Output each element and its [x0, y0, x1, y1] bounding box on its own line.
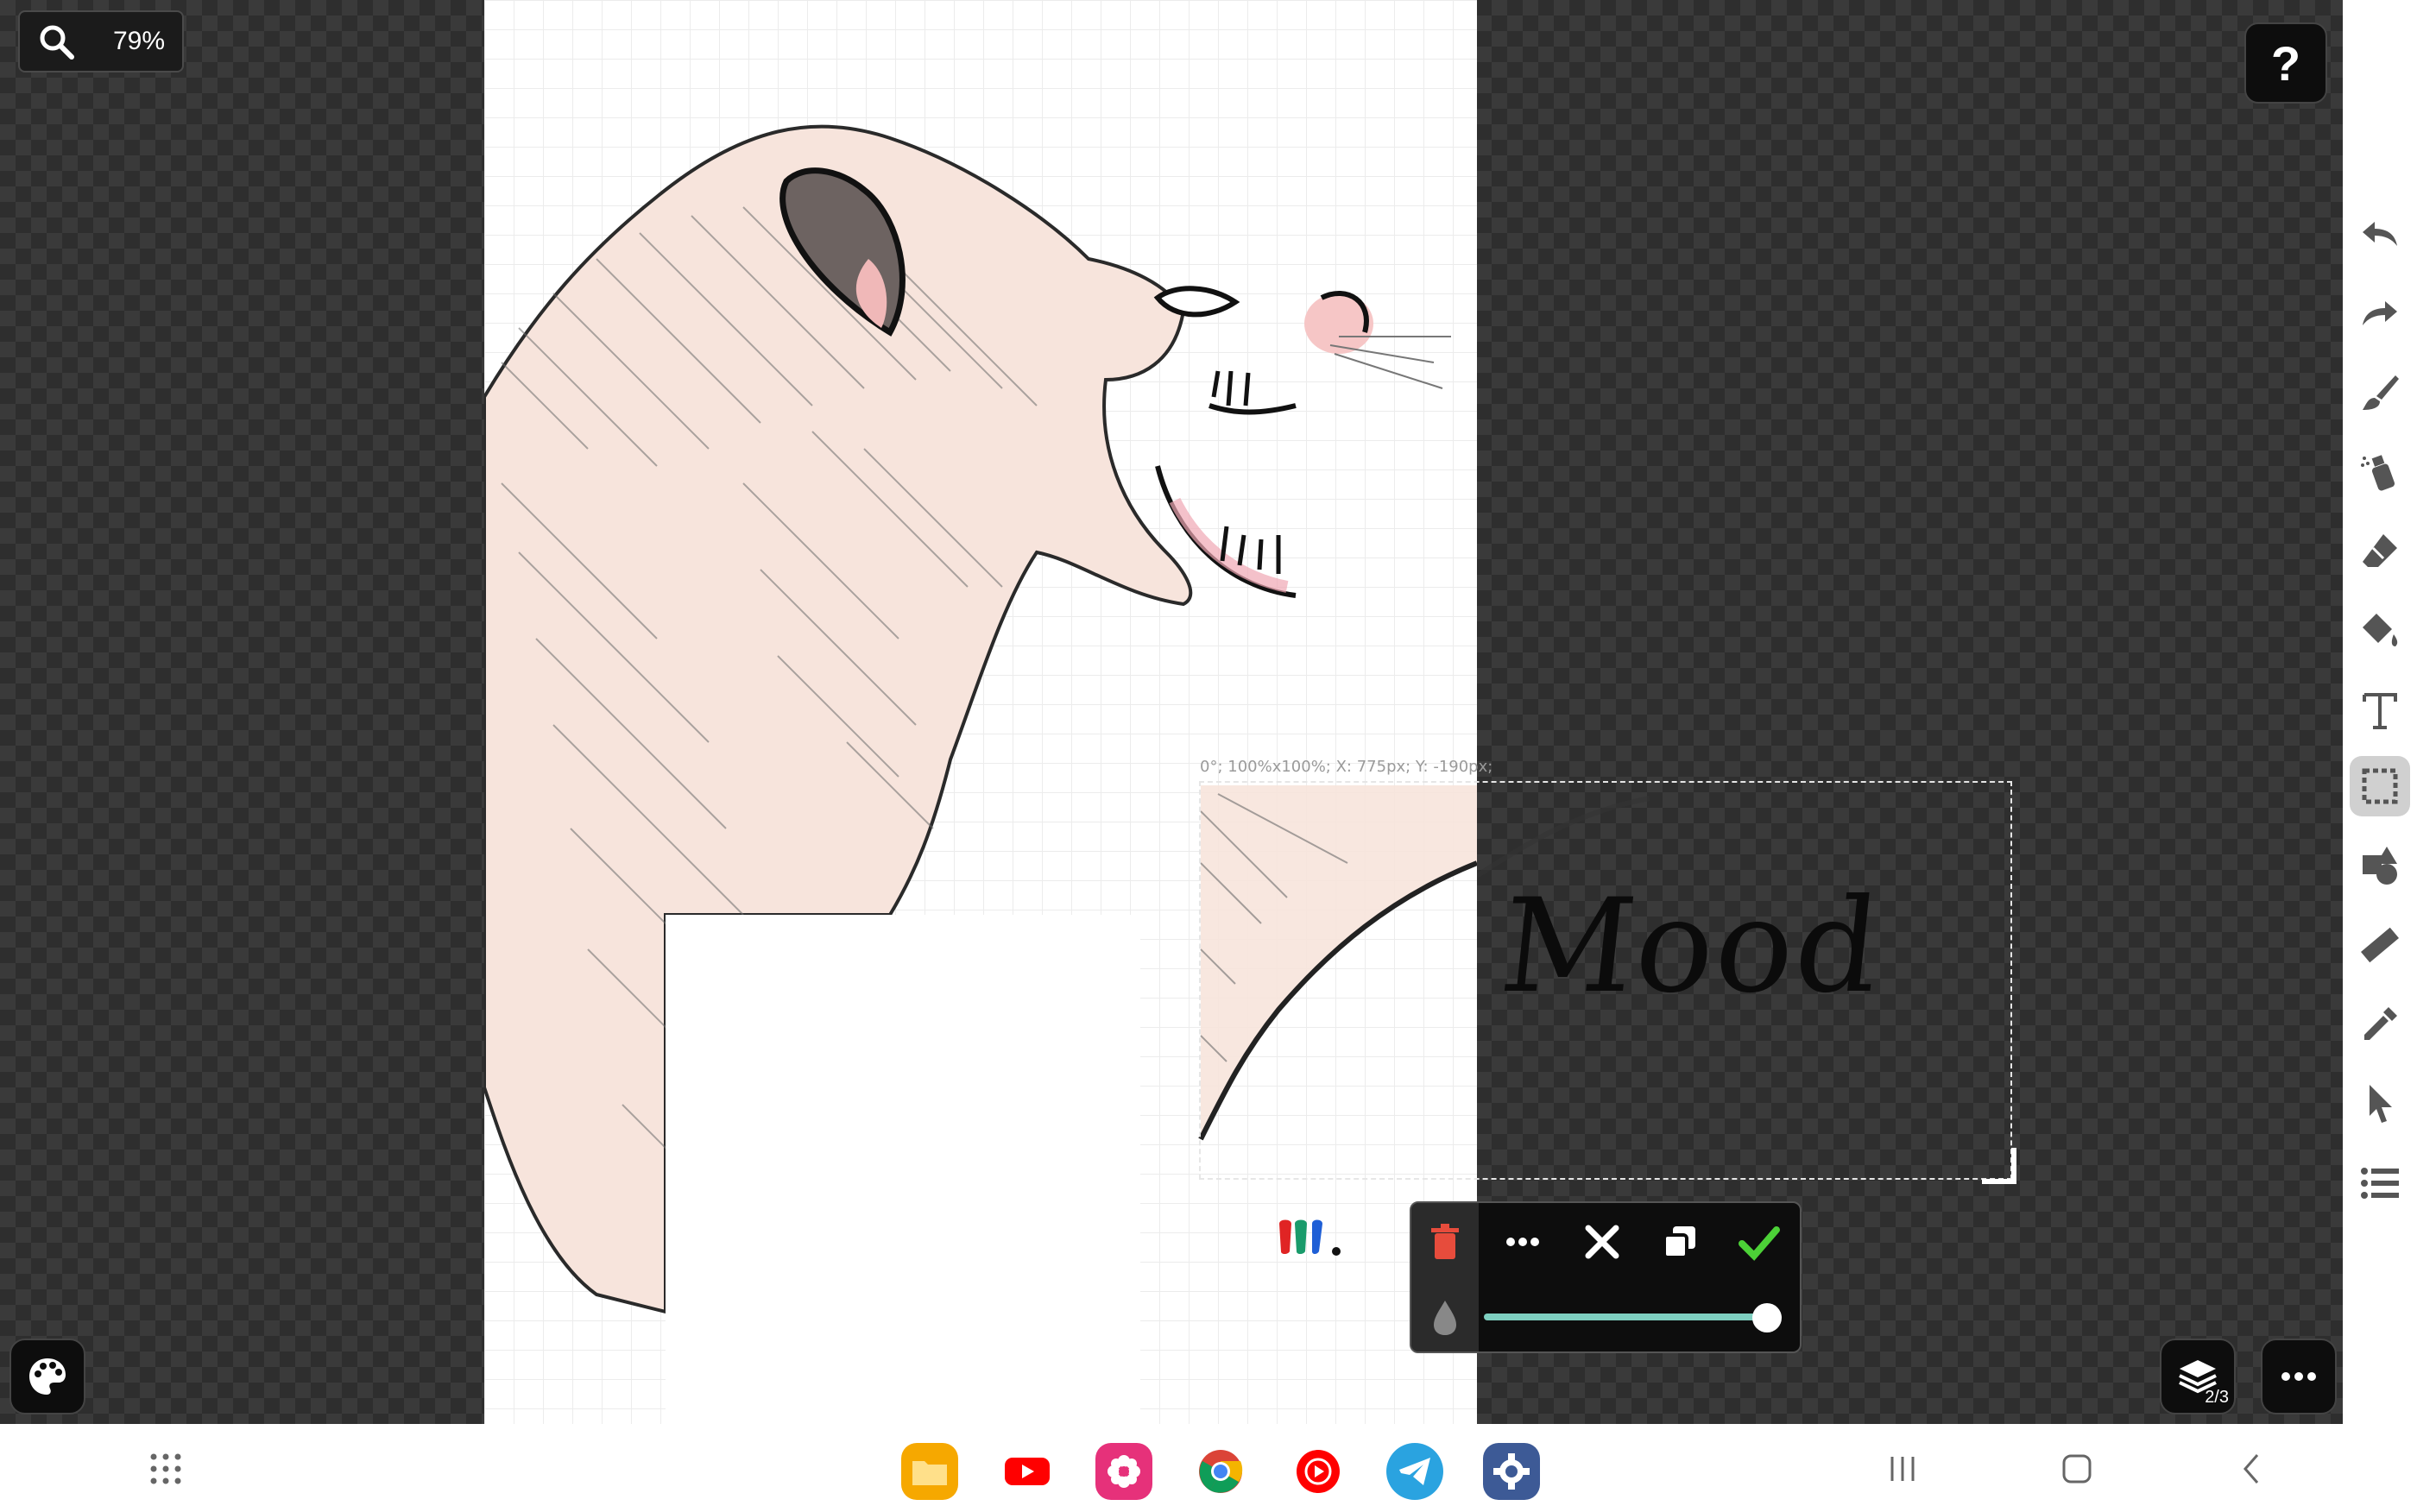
- selection-box[interactable]: [1199, 781, 2012, 1180]
- close-icon: [1585, 1225, 1619, 1259]
- spray-can-icon: [2361, 455, 2395, 491]
- folder-icon: [912, 1461, 947, 1485]
- opossum-drawing: [484, 124, 1477, 1424]
- trash-icon: [1431, 1224, 1459, 1259]
- ruler-icon: [2361, 927, 2399, 963]
- chrome-icon: [1199, 1450, 1243, 1493]
- selection-action-popup: [1410, 1201, 1802, 1353]
- checkmark-icon: [1739, 1226, 1780, 1261]
- home-icon: [2062, 1454, 2092, 1484]
- layers-button[interactable]: 2/3: [2160, 1339, 2236, 1414]
- duplicate-button[interactable]: [1650, 1212, 1710, 1272]
- undo-icon: [2363, 222, 2397, 246]
- eraser-icon: [2363, 534, 2397, 567]
- brush-tool[interactable]: [2350, 362, 2410, 423]
- youtube-music-app-icon[interactable]: [1290, 1443, 1347, 1500]
- eyedropper-tool[interactable]: [2350, 994, 2410, 1055]
- selection-info: 0°; 100%x100%; X: 775px; Y: -190px;: [1200, 758, 1493, 776]
- spray-tool[interactable]: [2350, 442, 2410, 502]
- recents-icon: [1890, 1457, 1915, 1481]
- flower-icon: [1108, 1455, 1140, 1488]
- gallery-app-icon[interactable]: [1095, 1443, 1152, 1500]
- paint-bucket-icon: [2363, 614, 2398, 646]
- home-button[interactable]: [2051, 1443, 2103, 1495]
- main-menu-button[interactable]: [2261, 1339, 2337, 1414]
- cancel-selection-button[interactable]: [1572, 1212, 1632, 1272]
- layers-count: 2/3: [2205, 1388, 2229, 1407]
- droplet-icon: [1434, 1301, 1456, 1335]
- eraser-tool[interactable]: [2350, 521, 2410, 582]
- settings-app-icon[interactable]: [1483, 1443, 1540, 1500]
- opacity-slider-track[interactable]: [1484, 1314, 1769, 1320]
- palette-button[interactable]: [9, 1339, 85, 1414]
- opacity-button[interactable]: [1415, 1288, 1475, 1348]
- text-icon: [2363, 693, 2397, 729]
- text-tool[interactable]: [2350, 680, 2410, 740]
- redo-icon: [2363, 301, 2397, 325]
- files-app-icon[interactable]: [901, 1443, 958, 1500]
- back-chevron-icon: [2243, 1454, 2259, 1484]
- redo-button[interactable]: [2350, 283, 2410, 343]
- selection-resize-handle[interactable]: [1982, 1148, 2016, 1184]
- palette-icon: [29, 1358, 66, 1395]
- confirm-button[interactable]: [1729, 1212, 1789, 1272]
- fill-tool[interactable]: [2350, 601, 2410, 661]
- paper-plane-icon: [1399, 1458, 1430, 1485]
- opacity-slider-thumb[interactable]: [1752, 1303, 1782, 1332]
- delete-button[interactable]: [1415, 1212, 1475, 1272]
- ruler-tool[interactable]: [2350, 915, 2410, 975]
- chrome-app-icon[interactable]: [1192, 1443, 1249, 1500]
- search-icon: [40, 25, 74, 60]
- help-button[interactable]: ?: [2244, 22, 2327, 104]
- cursor-icon: [2370, 1085, 2392, 1123]
- pointer-tool[interactable]: [2350, 1074, 2410, 1134]
- gear-icon: [1493, 1453, 1530, 1490]
- apps-grid-icon: [150, 1453, 181, 1484]
- brush-icon: [2363, 375, 2399, 410]
- tool-sidebar: [2343, 0, 2417, 1424]
- youtube-app-icon[interactable]: [999, 1443, 1056, 1500]
- eyedropper-icon: [2364, 1007, 2397, 1040]
- zoom-value: 79%: [112, 27, 165, 55]
- undo-button[interactable]: [2350, 204, 2410, 264]
- youtube-icon: [1005, 1458, 1050, 1485]
- selection-icon: [2362, 768, 2398, 804]
- copy-icon: [1663, 1226, 1695, 1259]
- zoom-control[interactable]: 79%: [18, 10, 184, 72]
- more-dots-icon: [1506, 1238, 1539, 1246]
- back-button[interactable]: [2225, 1443, 2277, 1495]
- recent-apps-button[interactable]: [1877, 1443, 1928, 1495]
- more-dots-icon: [2281, 1372, 2316, 1381]
- shapes-tool[interactable]: [2350, 835, 2410, 896]
- music-play-icon: [1297, 1450, 1340, 1493]
- more-options-button[interactable]: [1492, 1212, 1553, 1272]
- shapes-icon: [2363, 847, 2397, 885]
- select-tool[interactable]: [2350, 756, 2410, 816]
- app-drawer-button[interactable]: [140, 1443, 192, 1495]
- drawing-canvas[interactable]: [484, 0, 1477, 1424]
- color-swatches-icon[interactable]: [1276, 1215, 1345, 1258]
- list-icon: [2361, 1168, 2399, 1199]
- telegram-app-icon[interactable]: [1386, 1443, 1443, 1500]
- list-tool[interactable]: [2350, 1153, 2410, 1213]
